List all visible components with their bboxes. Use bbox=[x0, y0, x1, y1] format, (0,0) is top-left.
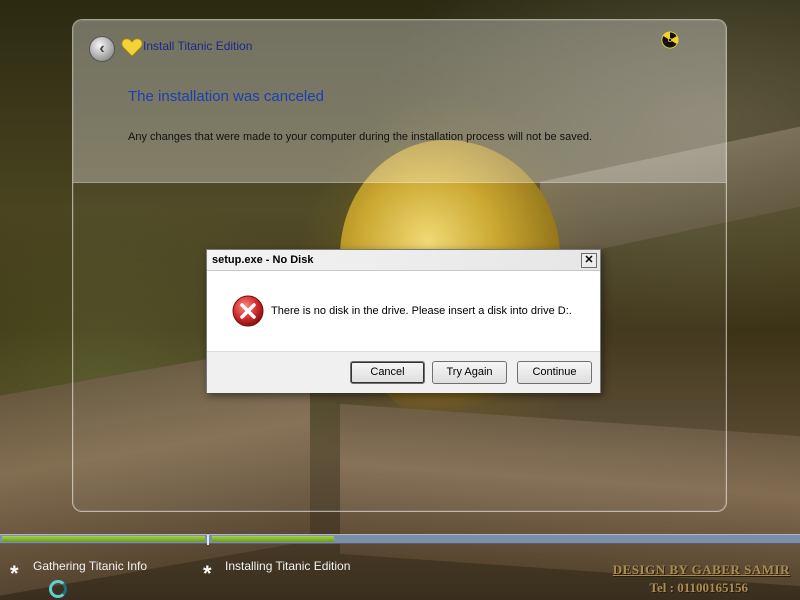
error-x-icon bbox=[232, 295, 264, 327]
designer-credit: DESIGN BY GABER SAMIR bbox=[612, 562, 790, 577]
step-marker-installing: * bbox=[203, 561, 212, 586]
heart-icon bbox=[121, 38, 143, 57]
no-disk-dialog: setup.exe - No Disk ✕ There is no disk i… bbox=[206, 249, 601, 393]
dialog-titlebar[interactable]: setup.exe - No Disk ✕ bbox=[207, 250, 600, 271]
continue-button[interactable]: Continue bbox=[517, 361, 592, 384]
install-progress-bar bbox=[0, 534, 800, 545]
dialog-message: There is no disk in the drive. Please in… bbox=[271, 305, 572, 317]
dialog-footer: Cancel Try Again Continue bbox=[207, 351, 600, 393]
loading-spinner-icon bbox=[49, 580, 67, 598]
designer-phone: Tel : 01100165156 bbox=[649, 580, 748, 595]
close-button[interactable]: ✕ bbox=[581, 253, 597, 268]
dialog-title: setup.exe - No Disk bbox=[212, 254, 314, 266]
page-heading: The installation was canceled bbox=[128, 88, 324, 105]
cancel-button[interactable]: Cancel bbox=[350, 361, 425, 384]
dialog-body: There is no disk in the drive. Please in… bbox=[207, 271, 600, 351]
progress-divider bbox=[207, 535, 209, 545]
installer-title: Install Titanic Edition bbox=[143, 39, 253, 53]
radiation-icon bbox=[661, 31, 679, 49]
back-arrow-icon[interactable]: ‹ bbox=[89, 36, 115, 62]
step-gathering-info: Gathering Titanic Info bbox=[33, 559, 148, 573]
progress-segment-gathering bbox=[2, 536, 205, 542]
page-description: Any changes that were made to your compu… bbox=[128, 131, 593, 143]
step-marker-gathering: * bbox=[10, 561, 19, 586]
progress-segment-installing bbox=[212, 536, 334, 542]
try-again-button[interactable]: Try Again bbox=[432, 361, 507, 384]
step-installing: Installing Titanic Edition bbox=[225, 559, 351, 573]
